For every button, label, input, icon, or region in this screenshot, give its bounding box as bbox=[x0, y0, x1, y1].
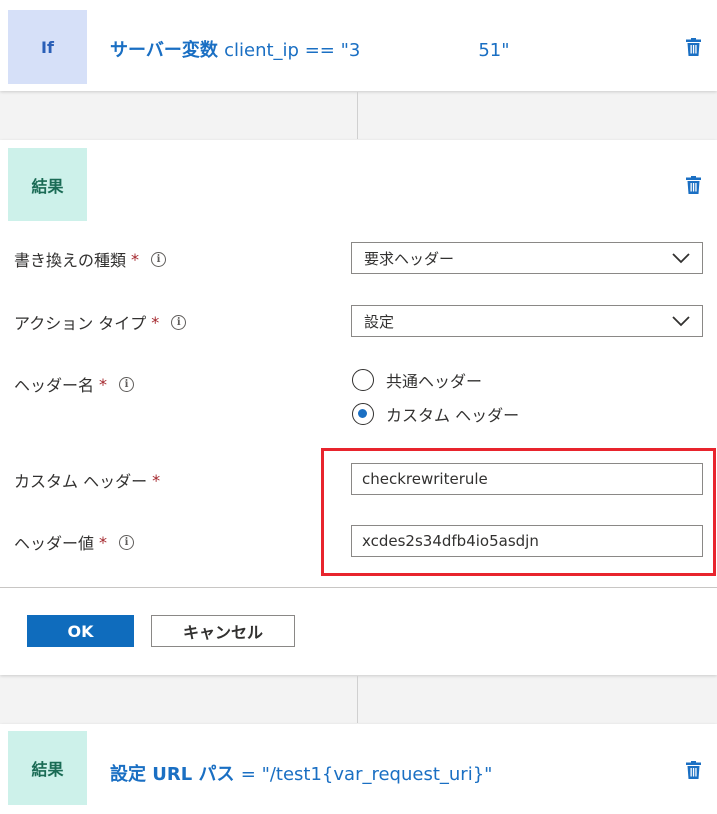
info-icon[interactable]: i bbox=[119, 376, 135, 392]
header-name-label: ヘッダー名 * i bbox=[14, 372, 135, 396]
form-divider bbox=[0, 587, 717, 588]
info-icon[interactable]: i bbox=[119, 534, 135, 550]
action-type-value: 設定 bbox=[364, 312, 395, 331]
if-condition-title[interactable]: サーバー変数 client_ip == "3 51" bbox=[110, 36, 510, 62]
info-icon[interactable]: i bbox=[151, 251, 167, 267]
header-value-label: ヘッダー値 * i bbox=[14, 530, 135, 554]
action-type-label: アクション タイプ * i bbox=[14, 310, 187, 334]
custom-header-input[interactable] bbox=[351, 463, 703, 495]
required-marker: * bbox=[99, 532, 108, 552]
connector-line-top bbox=[357, 92, 358, 139]
trash-icon[interactable] bbox=[686, 761, 701, 779]
radio-common-header[interactable]: 共通ヘッダー bbox=[352, 368, 482, 392]
if-condition-prefix: サーバー変数 bbox=[110, 40, 218, 61]
cancel-button[interactable]: キャンセル bbox=[151, 615, 295, 647]
result-badge: 結果 bbox=[8, 148, 87, 221]
radio-circle-selected bbox=[352, 403, 374, 425]
result-url-path-card: 結果 設定 URL パス = "/test1{var_request_uri}" bbox=[0, 724, 717, 814]
chevron-down-icon bbox=[672, 253, 690, 264]
radio-common-header-label: 共通ヘッダー bbox=[386, 372, 483, 391]
custom-header-label-text: カスタム ヘッダー bbox=[14, 472, 148, 491]
rewrite-type-label: 書き換えの種類 * i bbox=[14, 247, 167, 271]
ok-button[interactable]: OK bbox=[27, 615, 134, 647]
if-badge: If bbox=[8, 10, 87, 84]
url-path-prefix: 設定 URL パス bbox=[110, 764, 235, 785]
header-value-input[interactable] bbox=[351, 525, 703, 557]
required-marker: * bbox=[151, 312, 160, 332]
result-badge: 結果 bbox=[8, 731, 87, 805]
connector-line-bottom bbox=[357, 676, 358, 723]
trash-icon[interactable] bbox=[686, 176, 701, 194]
chevron-down-icon bbox=[672, 316, 690, 327]
info-icon[interactable]: i bbox=[171, 314, 187, 330]
url-path-expression: = "/test1{var_request_uri}" bbox=[240, 764, 493, 785]
if-condition-card: If サーバー変数 client_ip == "3 51" bbox=[0, 0, 717, 91]
required-marker: * bbox=[131, 249, 140, 269]
required-marker: * bbox=[99, 374, 108, 394]
if-condition-suffix: 51" bbox=[478, 40, 510, 61]
action-type-dropdown[interactable]: 設定 bbox=[351, 305, 703, 337]
action-type-label-text: アクション タイプ bbox=[14, 314, 147, 333]
custom-header-label: カスタム ヘッダー * bbox=[14, 468, 160, 492]
url-path-title[interactable]: 設定 URL パス = "/test1{var_request_uri}" bbox=[110, 760, 492, 786]
header-name-label-text: ヘッダー名 bbox=[14, 376, 95, 395]
trash-icon[interactable] bbox=[686, 38, 701, 56]
rewrite-type-label-text: 書き換えの種類 bbox=[14, 251, 127, 270]
radio-circle bbox=[352, 369, 374, 391]
required-marker: * bbox=[152, 470, 161, 490]
rewrite-type-dropdown[interactable]: 要求ヘッダー bbox=[351, 242, 703, 274]
header-value-label-text: ヘッダー値 bbox=[14, 534, 95, 553]
radio-custom-header-label: カスタム ヘッダー bbox=[386, 406, 520, 425]
radio-custom-header[interactable]: カスタム ヘッダー bbox=[352, 402, 519, 426]
rewrite-type-value: 要求ヘッダー bbox=[364, 249, 455, 268]
if-condition-expression: client_ip == "3 bbox=[224, 40, 361, 61]
